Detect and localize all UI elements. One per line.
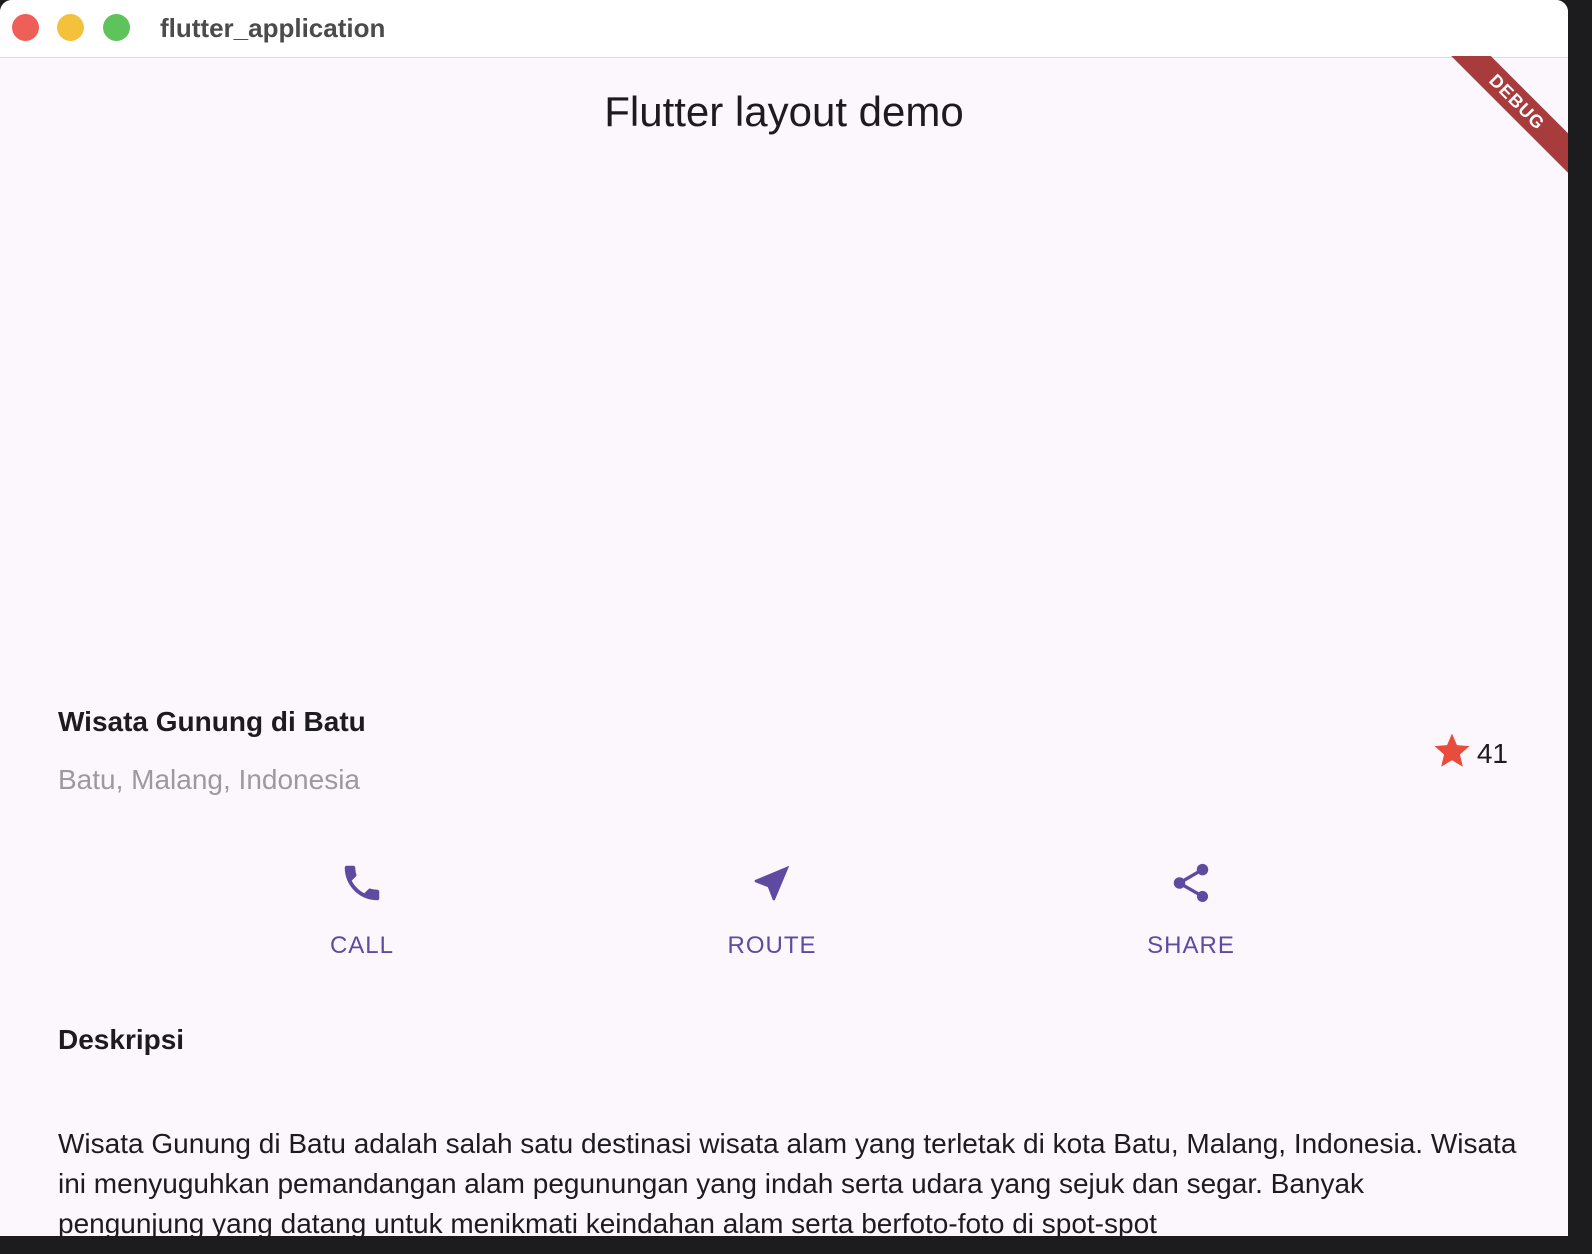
header-image	[0, 160, 1568, 680]
title-bar: flutter_application	[0, 0, 1568, 58]
rating[interactable]: 41	[1431, 730, 1508, 777]
share-button-label: SHARE	[1147, 932, 1235, 959]
minimize-window-button[interactable]	[57, 14, 84, 41]
page-title: Flutter layout demo	[604, 88, 964, 135]
call-button[interactable]: CALL	[262, 860, 462, 960]
share-icon	[1091, 860, 1291, 906]
button-row: CALL ROUTE SHARE	[0, 860, 1568, 970]
rating-count: 41	[1476, 737, 1508, 769]
route-button-label: ROUTE	[727, 932, 817, 959]
route-button[interactable]: ROUTE	[672, 860, 872, 960]
place-location: Batu, Malang, Indonesia	[58, 764, 360, 795]
title-section: Wisata Gunung di Batu Batu, Malang, Indo…	[58, 706, 1508, 806]
description-text: Wisata Gunung di Batu adalah salah satu …	[58, 1128, 1517, 1236]
share-button[interactable]: SHARE	[1091, 860, 1291, 960]
window-title: flutter_application	[160, 13, 386, 43]
close-window-button[interactable]	[12, 14, 39, 41]
maximize-window-button[interactable]	[103, 14, 130, 41]
phone-icon	[262, 860, 462, 906]
app-window: flutter_application DEBUG Flutter layout…	[0, 0, 1568, 1236]
description-heading: Deskripsi	[58, 1024, 185, 1055]
near-me-icon	[672, 860, 872, 906]
place-name: Wisata Gunung di Batu	[58, 706, 366, 737]
star-icon	[1431, 730, 1473, 777]
call-button-label: CALL	[329, 932, 395, 959]
